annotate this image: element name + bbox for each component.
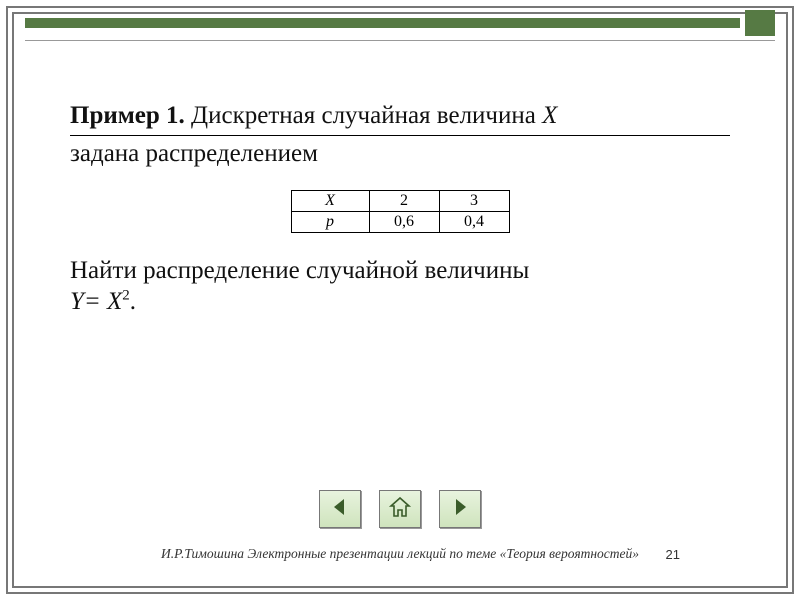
table-cell: 0,6 <box>369 211 439 232</box>
nav-buttons <box>0 490 800 528</box>
table-row: X 2 3 <box>291 190 509 211</box>
task-text: Найти распределение случайной величины Y… <box>70 255 730 318</box>
heading-variable: Х <box>542 102 557 129</box>
table-cell: 3 <box>439 190 509 211</box>
heading-line-2: задана распределением <box>70 138 730 169</box>
home-icon <box>388 495 412 524</box>
footer-text: И.Р.Тимошина Электронные презентации лек… <box>0 546 800 562</box>
heading-rest: Дискретная случайная величина <box>185 102 542 129</box>
task-line-1: Найти распределение случайной величины <box>70 255 730 286</box>
home-button[interactable] <box>379 490 421 528</box>
page-number: 21 <box>666 547 680 562</box>
heading-underline <box>70 135 730 136</box>
heading-bold: Пример 1. <box>70 102 185 129</box>
table-row: p 0,6 0,4 <box>291 211 509 232</box>
prev-button[interactable] <box>319 490 361 528</box>
decorative-top-square <box>745 10 775 36</box>
arrow-right-icon <box>448 495 472 524</box>
table-cell: 0,4 <box>439 211 509 232</box>
table-row-label: p <box>291 211 369 232</box>
decorative-top-rule <box>25 40 775 41</box>
table-row-label: X <box>291 190 369 211</box>
decorative-top-bar <box>25 18 740 28</box>
heading-line-1: Пример 1. Дискретная случайная величина … <box>70 100 730 131</box>
arrow-left-icon <box>328 495 352 524</box>
slide-content: Пример 1. Дискретная случайная величина … <box>70 100 730 317</box>
next-button[interactable] <box>439 490 481 528</box>
distribution-table: X 2 3 p 0,6 0,4 <box>291 190 510 233</box>
task-line-2: Y= X2. <box>70 286 730 317</box>
table-cell: 2 <box>369 190 439 211</box>
